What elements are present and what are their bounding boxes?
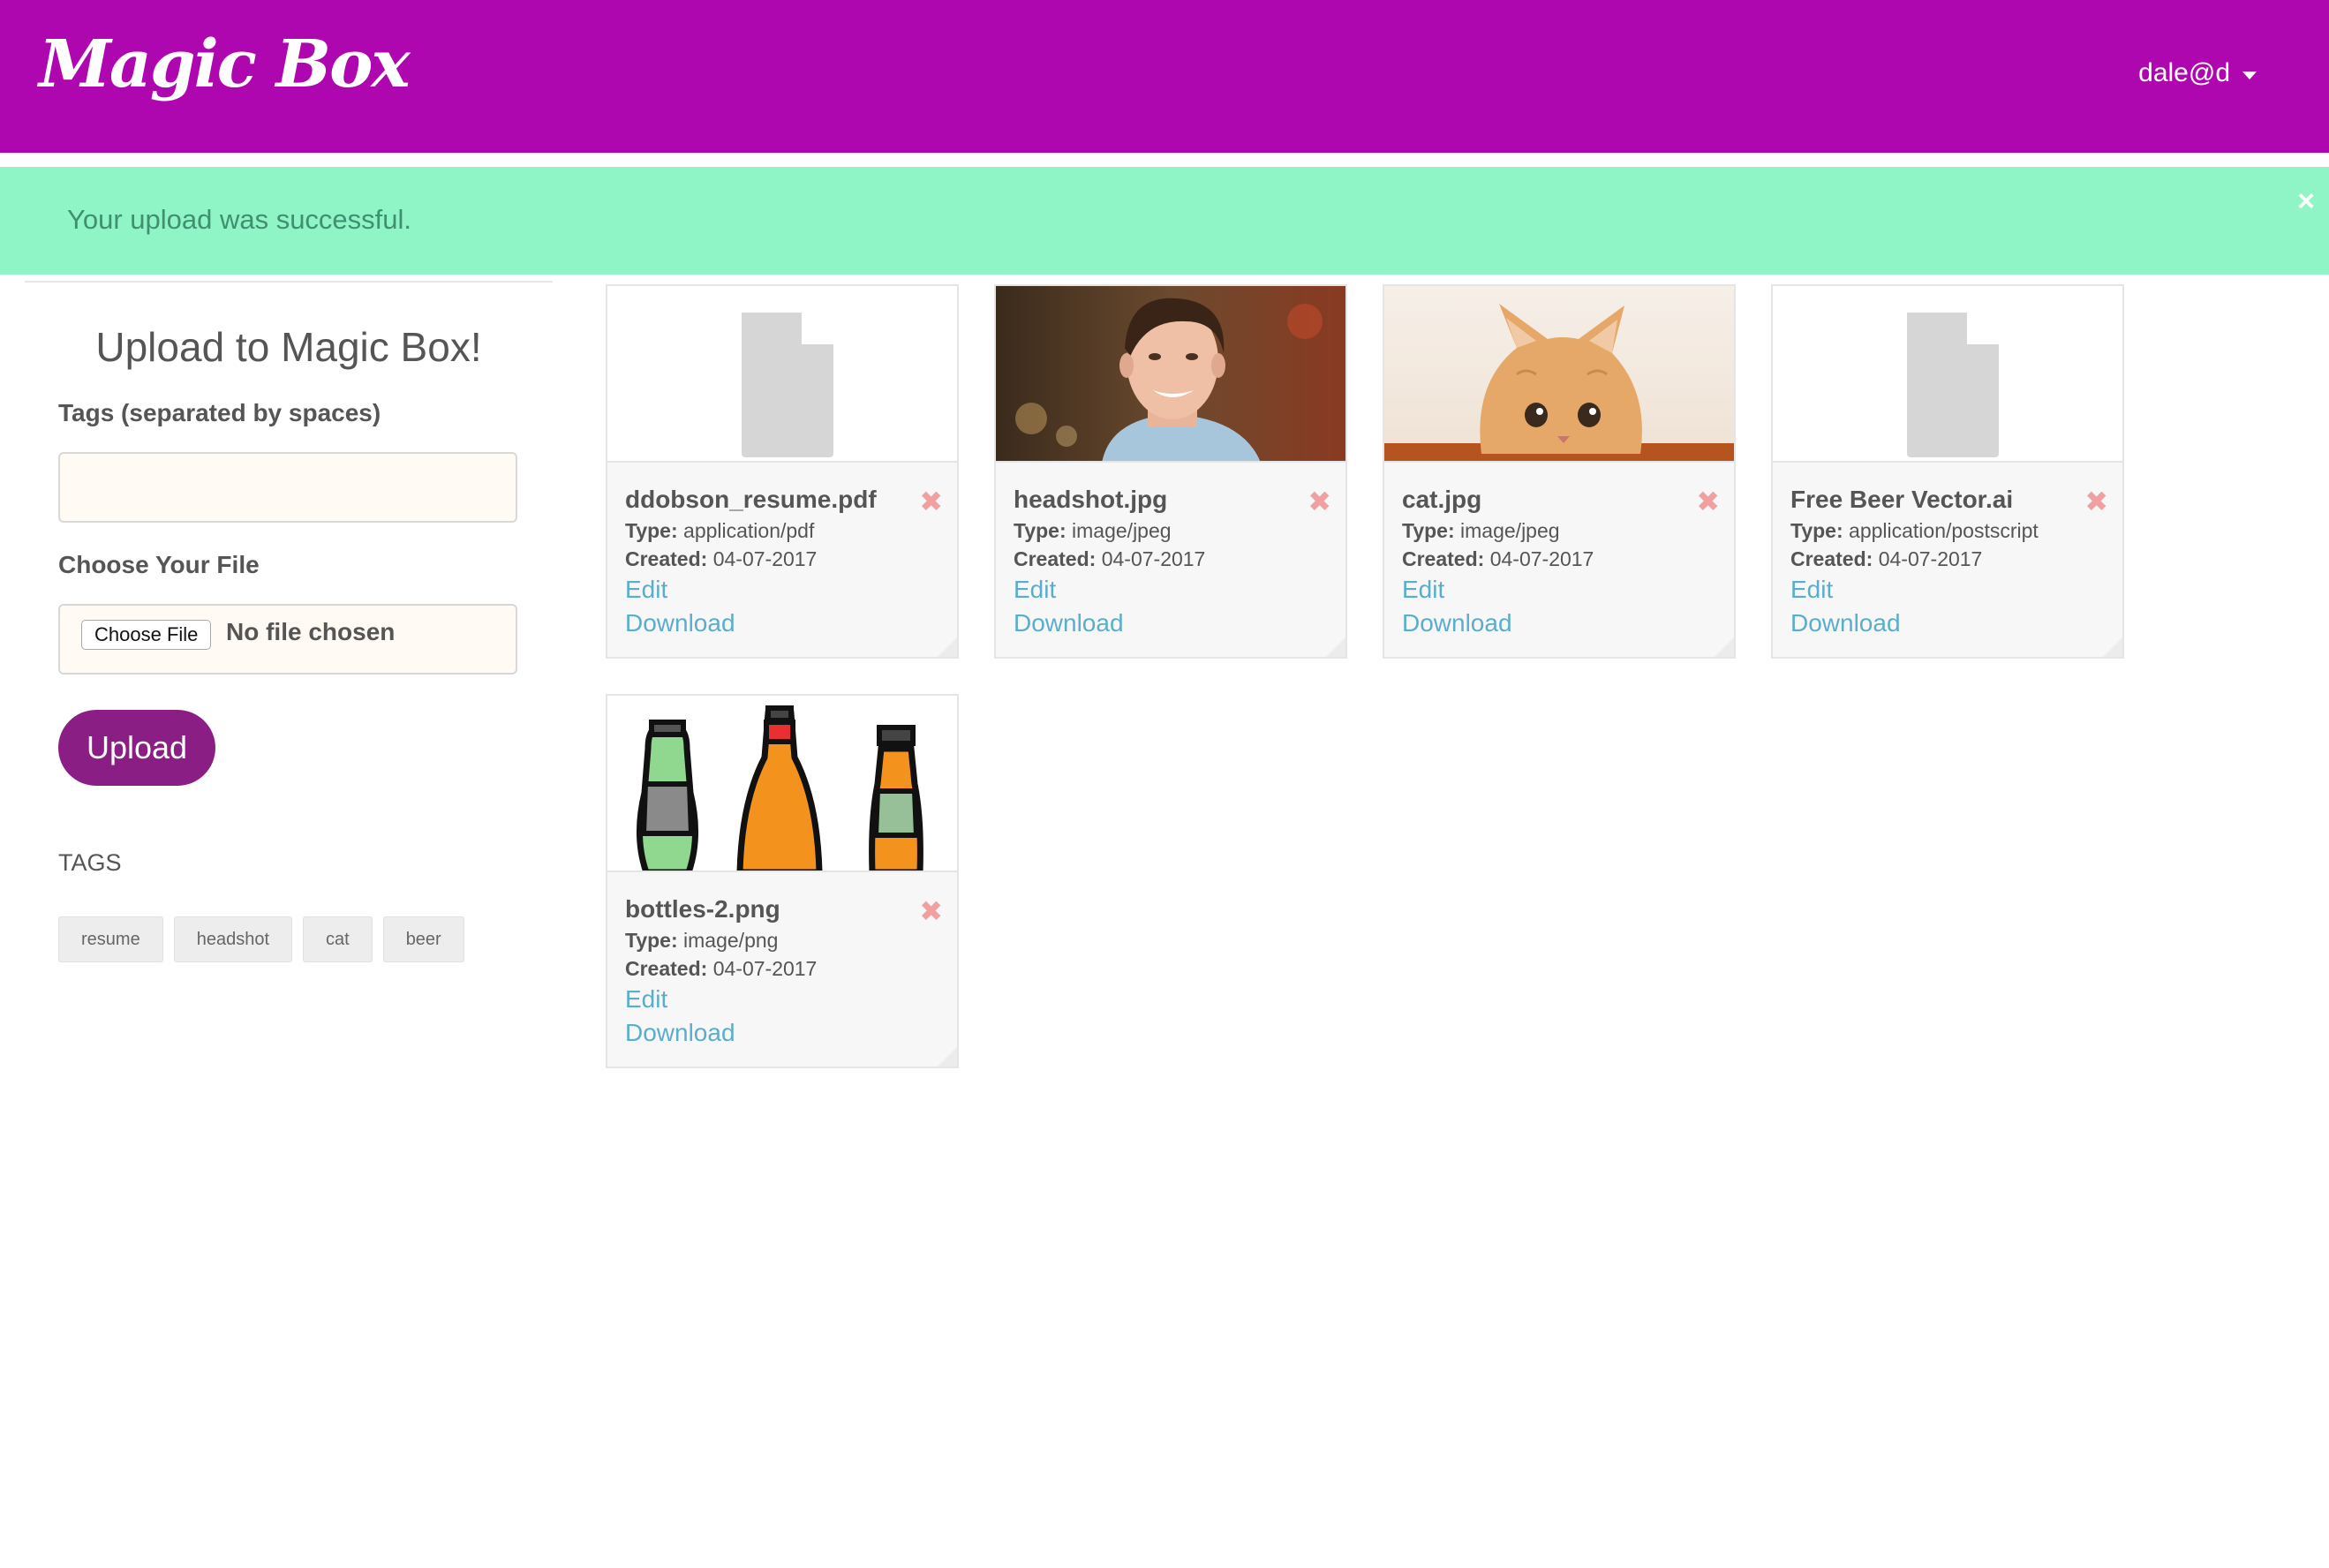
- user-menu[interactable]: dale@d: [2138, 58, 2257, 88]
- tags-heading: TAGS: [58, 849, 122, 876]
- choose-file-button[interactable]: Choose File: [81, 620, 212, 650]
- file-name: bottles-2.png: [625, 895, 780, 923]
- file-name: Free Beer Vector.ai: [1790, 486, 2014, 513]
- file-created: Created: 04-07-2017: [625, 547, 818, 570]
- edit-link[interactable]: Edit: [625, 985, 667, 1014]
- divider: [25, 281, 553, 283]
- card-corner: [2103, 637, 2122, 657]
- edit-link[interactable]: Edit: [1790, 576, 1833, 604]
- upload-button[interactable]: Upload: [58, 710, 215, 786]
- document-icon[interactable]: [1773, 286, 2122, 463]
- tag-cat[interactable]: cat: [303, 916, 373, 962]
- file-created: Created: 04-07-2017: [1402, 547, 1594, 570]
- file-status: No file chosen: [226, 618, 396, 645]
- card-corner: [938, 637, 957, 657]
- delete-icon[interactable]: ✖: [1696, 487, 1720, 516]
- file-type: Type: application/pdf: [625, 519, 815, 542]
- file-input[interactable]: Choose File No file chosen: [58, 604, 517, 675]
- tags-label: Tags (separated by spaces): [58, 399, 381, 426]
- file-created: Created: 04-07-2017: [1014, 547, 1206, 570]
- alert-message: Your upload was successful.: [67, 204, 412, 235]
- file-card: cat.jpg ✖ Type: image/jpeg Created: 04-0…: [1383, 284, 1736, 659]
- file-name: cat.jpg: [1402, 486, 1482, 513]
- file-type: Type: image/jpeg: [1402, 519, 1560, 542]
- download-link[interactable]: Download: [1790, 609, 1901, 637]
- download-link[interactable]: Download: [1402, 609, 1512, 637]
- file-created: Created: 04-07-2017: [625, 957, 818, 980]
- card-corner: [1326, 637, 1345, 657]
- navbar: Magic Box dale@d: [0, 0, 2329, 155]
- edit-link[interactable]: Edit: [625, 576, 667, 604]
- file-name: headshot.jpg: [1014, 486, 1168, 513]
- caret-down-icon: [2242, 71, 2257, 79]
- edit-link[interactable]: Edit: [1402, 576, 1444, 604]
- bottles-illustration[interactable]: [607, 696, 957, 872]
- file-label: Choose Your File: [58, 551, 260, 578]
- file-type: Type: image/jpeg: [1014, 519, 1172, 542]
- download-link[interactable]: Download: [625, 609, 735, 637]
- download-link[interactable]: Download: [1014, 609, 1124, 637]
- card-corner: [1715, 637, 1734, 657]
- tag-resume[interactable]: resume: [58, 916, 163, 962]
- download-link[interactable]: Download: [625, 1019, 735, 1047]
- kitten-photo[interactable]: [1384, 286, 1734, 463]
- upload-title: Upload to Magic Box!: [95, 324, 482, 370]
- file-name: ddobson_resume.pdf: [625, 486, 877, 513]
- tag-list: resume headshot cat beer: [58, 916, 464, 962]
- tag-beer[interactable]: beer: [382, 916, 464, 962]
- tag-headshot[interactable]: headshot: [173, 916, 292, 962]
- card-corner: [938, 1047, 957, 1067]
- upload-panel: Upload to Magic Box! Tags (separated by …: [25, 281, 553, 962]
- close-icon[interactable]: ×: [2297, 185, 2315, 219]
- file-type: Type: application/postscript: [1790, 519, 2039, 542]
- delete-icon[interactable]: ✖: [2084, 487, 2108, 516]
- document-icon[interactable]: [607, 286, 957, 463]
- file-card: ddobson_resume.pdf ✖ Type: application/p…: [606, 284, 959, 659]
- headshot-photo[interactable]: [996, 286, 1345, 463]
- user-name: dale@d: [2138, 58, 2230, 87]
- file-card: headshot.jpg ✖ Type: image/jpeg Created:…: [994, 284, 1347, 659]
- delete-icon[interactable]: ✖: [919, 897, 943, 925]
- tags-input[interactable]: [58, 452, 517, 523]
- delete-icon[interactable]: ✖: [919, 487, 943, 516]
- delete-icon[interactable]: ✖: [1308, 487, 1331, 516]
- file-card: Free Beer Vector.ai ✖ Type: application/…: [1771, 284, 2124, 659]
- success-alert: Your upload was successful. ×: [0, 167, 2329, 275]
- file-created: Created: 04-07-2017: [1790, 547, 1983, 570]
- file-type: Type: image/png: [625, 929, 779, 952]
- file-card: bottles-2.png ✖ Type: image/png Created:…: [606, 694, 959, 1068]
- brand-logo[interactable]: Magic Box: [39, 32, 411, 97]
- edit-link[interactable]: Edit: [1014, 576, 1056, 604]
